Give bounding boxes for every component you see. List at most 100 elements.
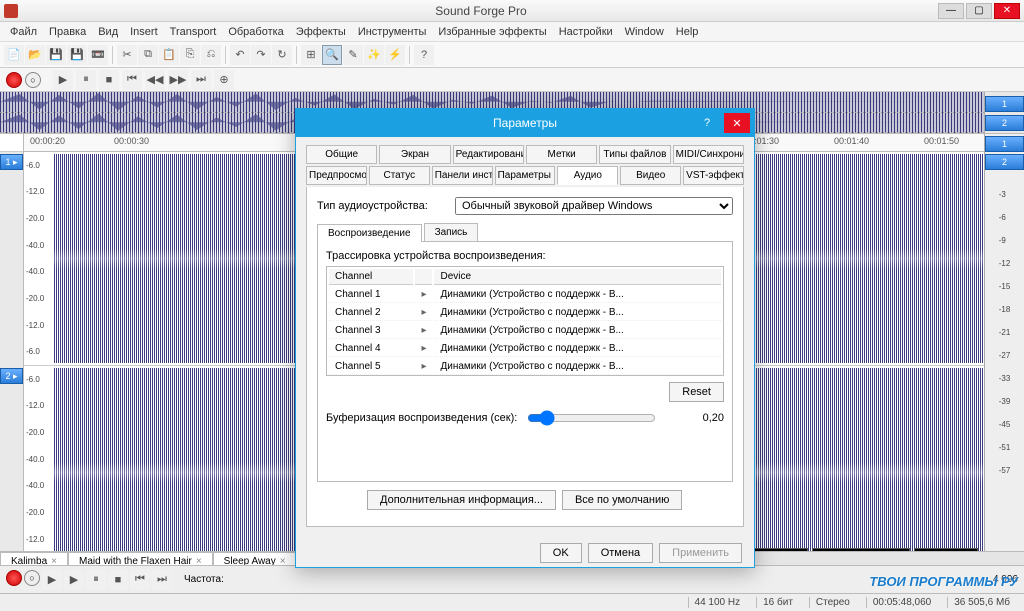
status-length: 00:05:48,060: [866, 597, 937, 608]
device-row[interactable]: Channel 4▸Динамики (Устройство с поддерж…: [329, 341, 721, 357]
mini-goto-end-button[interactable]: ⏭: [152, 570, 172, 590]
channel-1-badge[interactable]: 1 ▸: [0, 154, 23, 170]
pref-tab-Общие[interactable]: Общие: [306, 145, 377, 164]
menu-правка[interactable]: Правка: [43, 24, 92, 40]
mix-icon[interactable]: ⎘: [180, 45, 200, 65]
menu-insert[interactable]: Insert: [124, 24, 164, 40]
open-icon[interactable]: 📂: [25, 45, 45, 65]
menu-инструменты[interactable]: Инструменты: [352, 24, 433, 40]
mini-play-button[interactable]: ▶: [42, 570, 62, 590]
channel-2-badge[interactable]: 2 ▸: [0, 368, 23, 384]
pref-tab-Аудио[interactable]: Аудио: [557, 166, 618, 185]
audio-device-select[interactable]: Обычный звуковой драйвер Windows: [455, 197, 733, 215]
device-row[interactable]: Channel 5▸Динамики (Устройство с поддерж…: [329, 359, 721, 375]
save-icon[interactable]: 💾: [46, 45, 66, 65]
dialog-titlebar[interactable]: Параметры ? ✕: [296, 109, 754, 137]
rewind-button[interactable]: ◀◀: [145, 70, 165, 90]
repeat-icon[interactable]: ↻: [272, 45, 292, 65]
loop-button[interactable]: ○: [25, 72, 41, 88]
dialog-close-button[interactable]: ✕: [724, 113, 750, 133]
device-row[interactable]: Channel 3▸Динамики (Устройство с поддерж…: [329, 323, 721, 339]
pref-tab-VST-эффекты[interactable]: VST-эффекты: [683, 166, 744, 185]
dialog-help-button[interactable]: ?: [694, 113, 720, 133]
mini-record-button[interactable]: [6, 570, 22, 586]
menu-window[interactable]: Window: [619, 24, 670, 40]
redo-icon[interactable]: ↷: [251, 45, 271, 65]
extra-info-button[interactable]: Дополнительная информация...: [367, 490, 556, 510]
device-table-scroll[interactable]: Channel Device Channel 1▸Динамики (Устро…: [326, 266, 724, 376]
menu-настройки[interactable]: Настройки: [553, 24, 619, 40]
overview-ch2-badge[interactable]: 2: [985, 115, 1024, 131]
col-channel: Channel: [329, 269, 413, 285]
menu-файл[interactable]: Файл: [4, 24, 43, 40]
pref-tab-MIDI/Синхронизация[interactable]: MIDI/Синхронизация: [673, 145, 744, 164]
copy-icon[interactable]: ⧉: [138, 45, 158, 65]
pref-tab-Предпросмотр[interactable]: Предпросмотр: [306, 166, 367, 185]
minimize-button[interactable]: —: [938, 3, 964, 19]
timemark: 00:01:50: [924, 136, 959, 146]
pref-tab-Статус[interactable]: Статус: [369, 166, 430, 185]
undo-icon[interactable]: ↶: [230, 45, 250, 65]
device-row[interactable]: Channel 1▸Динамики (Устройство с поддерж…: [329, 287, 721, 303]
watermark-text: ТВОИ ПРОГРАММЫ РУ: [869, 574, 1018, 589]
device-row[interactable]: Channel 2▸Динамики (Устройство с поддерж…: [329, 305, 721, 321]
mini-stop-button[interactable]: ■: [108, 570, 128, 590]
save-as-icon[interactable]: 💾: [67, 45, 87, 65]
meter-label: -51: [999, 443, 1011, 452]
new-icon[interactable]: 📄: [4, 45, 24, 65]
maximize-button[interactable]: ▢: [966, 3, 992, 19]
menu-help[interactable]: Help: [670, 24, 705, 40]
play-button[interactable]: ▶: [53, 70, 73, 90]
meter-ch1[interactable]: 1: [985, 136, 1024, 152]
subtab-Запись[interactable]: Запись: [424, 223, 479, 241]
pref-tab-Метки[interactable]: Метки: [526, 145, 597, 164]
cancel-button[interactable]: Отмена: [588, 543, 653, 563]
render-icon[interactable]: 📼: [88, 45, 108, 65]
timemark: 00:00:30: [114, 136, 149, 146]
cut-icon[interactable]: ✂: [117, 45, 137, 65]
ok-button[interactable]: OK: [540, 543, 582, 563]
goto-start-button[interactable]: ⏮: [122, 70, 142, 90]
mini-goto-start-button[interactable]: ⏮: [130, 570, 150, 590]
magnify-tool-icon[interactable]: 🔍: [322, 45, 342, 65]
apply-button[interactable]: Применить: [659, 543, 742, 563]
subtab-Воспроизведение[interactable]: Воспроизведение: [317, 224, 422, 242]
reset-button[interactable]: Reset: [669, 382, 724, 402]
meter-label: -6: [999, 213, 1011, 222]
buffer-label: Буферизация воспроизведения (сек):: [326, 412, 517, 424]
record-button[interactable]: [6, 72, 22, 88]
stop-button[interactable]: ■: [99, 70, 119, 90]
pref-tab-Типы файлов[interactable]: Типы файлов: [599, 145, 670, 164]
timemark: 00:00:20: [30, 136, 65, 146]
pref-tab-Видео[interactable]: Видео: [620, 166, 681, 185]
menu-эффекты[interactable]: Эффекты: [290, 24, 352, 40]
wand-tool-icon[interactable]: ✨: [364, 45, 384, 65]
event-tool-icon[interactable]: ⚡: [385, 45, 405, 65]
pref-tab-Редактирование[interactable]: Редактирование: [453, 145, 524, 164]
buffer-slider[interactable]: [527, 410, 656, 426]
forward-button[interactable]: ▶▶: [168, 70, 188, 90]
menu-вид[interactable]: Вид: [92, 24, 124, 40]
meter-ch2[interactable]: 2: [985, 154, 1024, 170]
defaults-button[interactable]: Все по умолчанию: [562, 490, 682, 510]
menu-избранные эффекты[interactable]: Избранные эффекты: [432, 24, 552, 40]
pref-tab-Панели инструментов[interactable]: Панели инструментов: [432, 166, 493, 185]
select-tool-icon[interactable]: ⊞: [301, 45, 321, 65]
menu-transport[interactable]: Transport: [164, 24, 223, 40]
db-label: -6.0: [26, 161, 50, 170]
goto-end-button[interactable]: ⏭: [191, 70, 211, 90]
overview-ch1-badge[interactable]: 1: [985, 96, 1024, 112]
help-icon[interactable]: ?: [414, 45, 434, 65]
pencil-tool-icon[interactable]: ✎: [343, 45, 363, 65]
pause-button[interactable]: ⏸: [76, 70, 96, 90]
menu-обработка[interactable]: Обработка: [222, 24, 289, 40]
pref-tab-Экран[interactable]: Экран: [379, 145, 450, 164]
mini-play-all-button[interactable]: ▶: [64, 570, 84, 590]
mini-loop-button[interactable]: ○: [24, 570, 40, 586]
paste-icon[interactable]: 📋: [159, 45, 179, 65]
close-button[interactable]: ✕: [994, 3, 1020, 19]
cursor-center-button[interactable]: ⊕: [214, 70, 234, 90]
trim-icon[interactable]: ⎌: [201, 45, 221, 65]
mini-pause-button[interactable]: ⏸: [86, 570, 106, 590]
pref-tab-Параметры CD[interactable]: Параметры CD: [495, 166, 556, 185]
